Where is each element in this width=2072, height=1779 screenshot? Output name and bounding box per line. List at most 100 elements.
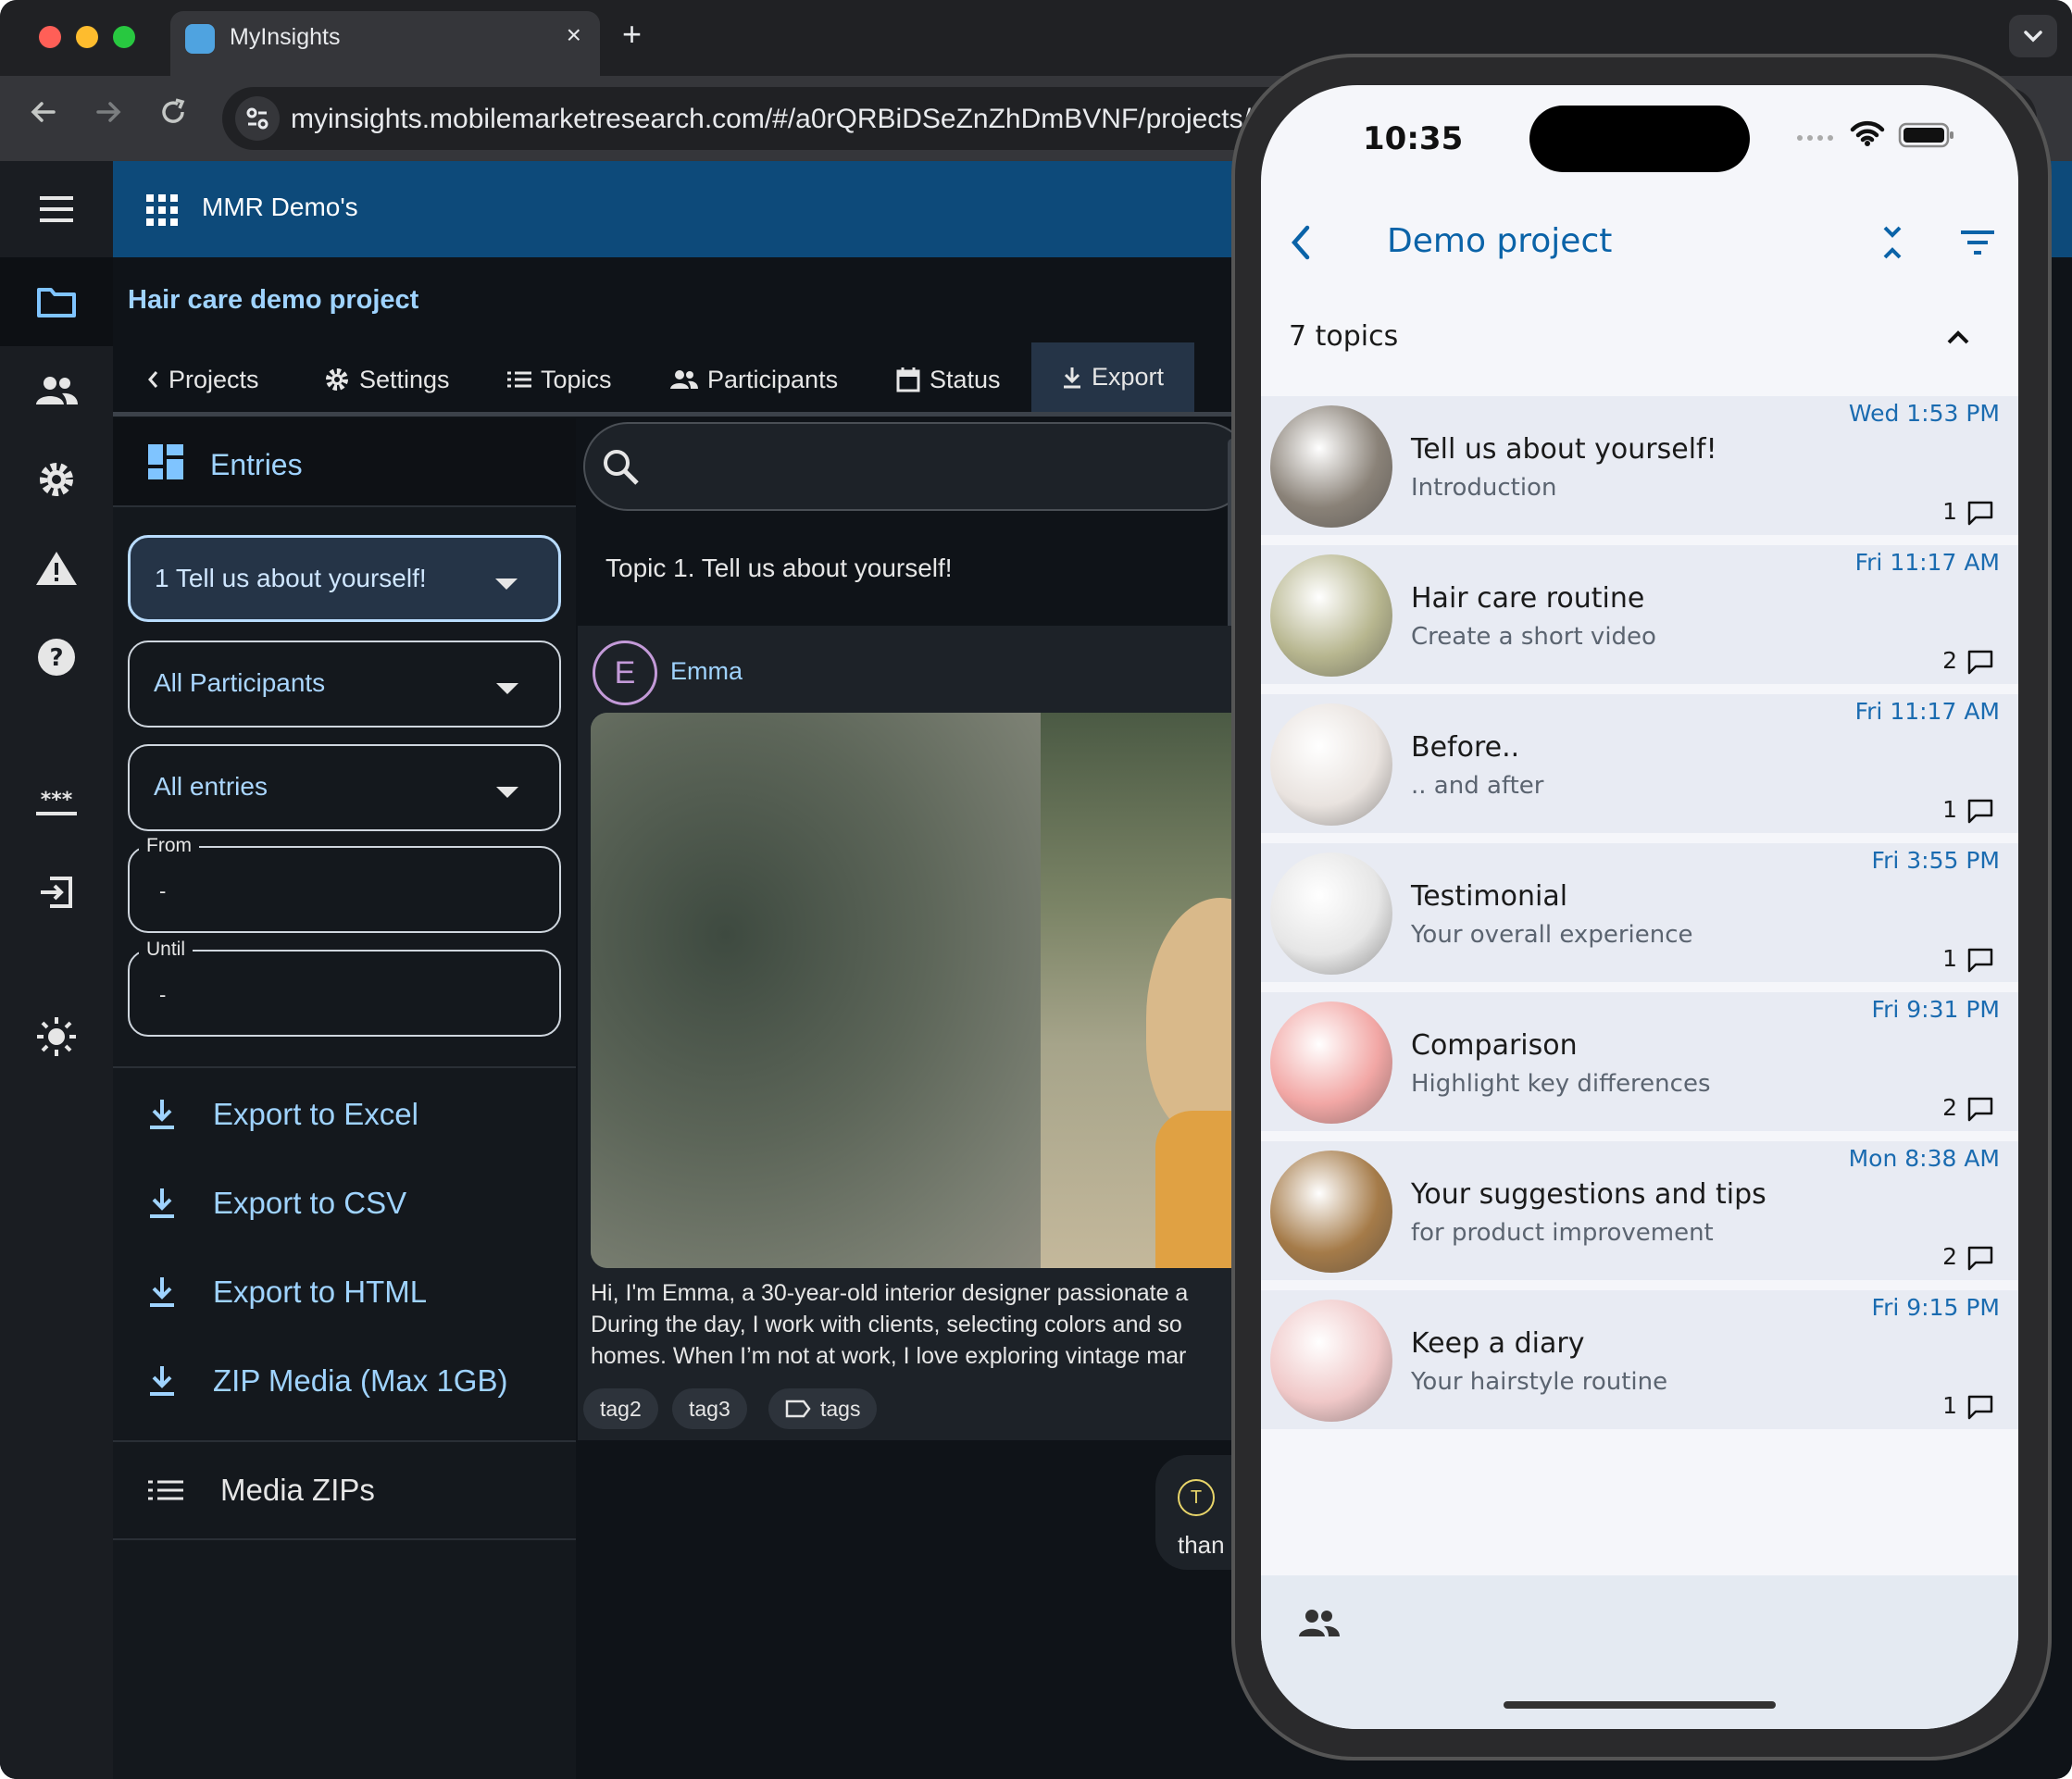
tab-projects[interactable]: Projects: [146, 342, 259, 417]
organization-name[interactable]: MMR Demo's: [202, 193, 358, 222]
export-item-label: Export to Excel: [213, 1097, 418, 1131]
topic-thumbnail: [1270, 1001, 1392, 1124]
edit-tags-chip[interactable]: tags: [768, 1388, 878, 1429]
download-icon: [150, 1188, 174, 1218]
topic-subtitle: Your overall experience: [1411, 921, 1693, 949]
left-nav-rail: ? ***: [0, 161, 113, 1779]
topic-row[interactable]: Before.. .. and after Fri 11:17 AM 1: [1261, 694, 2018, 833]
warning-icon: [36, 552, 77, 585]
avatar: T: [1178, 1479, 1215, 1516]
tab-participants[interactable]: Participants: [670, 342, 838, 417]
entry-media[interactable]: [591, 713, 1257, 1268]
browser-tab[interactable]: MyInsights ×: [170, 11, 600, 76]
tag-chip[interactable]: tag2: [583, 1388, 658, 1429]
topic-row[interactable]: Tell us about yourself! Introduction Wed 1…: [1261, 396, 2018, 535]
back-button[interactable]: [1289, 224, 1313, 261]
topic-subtitle: Introduction: [1411, 474, 1557, 502]
topic-title: Tell us about yourself!: [1411, 433, 1717, 466]
tab-status[interactable]: Status: [896, 342, 1001, 417]
topic-date: Fri 11:17 AM: [1854, 549, 2000, 576]
topic-row[interactable]: Testimonial Your overall experience Fri 3:…: [1261, 843, 2018, 982]
tag-chip[interactable]: tag3: [672, 1388, 747, 1429]
tag-label: tag2: [600, 1396, 642, 1421]
collapse-all-button[interactable]: [1879, 224, 1905, 261]
divider: [113, 1440, 576, 1442]
tab-close-icon[interactable]: ×: [567, 20, 581, 50]
tag-label: tag3: [689, 1396, 730, 1421]
comment-icon: [1967, 948, 1993, 973]
tab-label: Status: [930, 365, 1001, 393]
export-panel: Entries 1 Tell us about yourself! All Pa…: [113, 418, 576, 1779]
hamburger-menu-icon: [40, 196, 73, 222]
rail-help[interactable]: ?: [0, 613, 113, 702]
reload-button[interactable]: [157, 96, 189, 128]
rail-logout[interactable]: [0, 848, 113, 937]
search-input[interactable]: [583, 422, 1250, 511]
zip-media-button[interactable]: ZIP Media (Max 1GB): [148, 1353, 507, 1409]
filter-button[interactable]: [1959, 230, 1996, 255]
video-blurred-background: [591, 713, 1041, 1268]
export-to-html-button[interactable]: Export to HTML: [148, 1264, 427, 1320]
export-to-csv-button[interactable]: Export to CSV: [148, 1176, 406, 1231]
people-icon: [670, 370, 698, 389]
comment-icon: [1967, 1395, 1993, 1420]
entry-count: 1: [1942, 498, 1957, 525]
from-value: -: [159, 879, 167, 902]
until-value: -: [159, 983, 167, 1006]
dropdown-caret-icon: [496, 787, 518, 798]
browser-window: MyInsights × + myinsights.mobilemarketre…: [0, 0, 2072, 1779]
tab-export[interactable]: Export: [1031, 342, 1194, 417]
apps-grid-icon[interactable]: [146, 194, 178, 226]
participants-button[interactable]: [1298, 1609, 1341, 1638]
rail-settings[interactable]: [0, 435, 113, 524]
avatar: E: [593, 641, 657, 705]
tab-search-button[interactable]: [2009, 15, 2057, 57]
topic-thumbnail: [1270, 852, 1392, 975]
topic-date: Fri 9:31 PM: [1871, 996, 2000, 1023]
topic-row[interactable]: Comparison Highlight key differences Fri 9…: [1261, 992, 2018, 1131]
topic-title: Keep a diary: [1411, 1327, 1585, 1360]
participant-name[interactable]: Emma: [670, 657, 743, 686]
maximize-window-button[interactable]: [113, 26, 135, 48]
url-text: myinsights.mobilemarketresearch.com/#/a0…: [291, 104, 1267, 134]
until-date-field[interactable]: Until -: [128, 939, 561, 1037]
battery-icon: [1898, 122, 1955, 148]
comment-icon: [1967, 1246, 1993, 1271]
collapse-topics-button[interactable]: [1944, 328, 1972, 346]
entries-select[interactable]: All entries: [128, 744, 561, 831]
from-date-field[interactable]: From -: [128, 835, 561, 933]
menu-button[interactable]: [0, 161, 113, 257]
rail-participants[interactable]: [0, 346, 113, 435]
rail-projects[interactable]: [0, 257, 113, 346]
forward-button[interactable]: [93, 96, 124, 128]
participant-select[interactable]: All Participants: [128, 641, 561, 728]
comment-icon: [1967, 501, 1993, 526]
download-icon: [150, 1366, 174, 1396]
topic-row[interactable]: Your suggestions and tips for product imp…: [1261, 1141, 2018, 1280]
export-to-excel-button[interactable]: Export to Excel: [148, 1087, 418, 1142]
topic-date: Mon 8:38 AM: [1848, 1145, 2000, 1172]
rail-password[interactable]: ***: [0, 759, 113, 848]
site-settings-icon[interactable]: [235, 96, 280, 141]
topic-select[interactable]: 1 Tell us about yourself!: [128, 535, 561, 622]
topic-row[interactable]: Hair care routine Create a short video Fri…: [1261, 545, 2018, 684]
tab-settings[interactable]: Settings: [324, 342, 450, 417]
minimize-window-button[interactable]: [76, 26, 98, 48]
topic-thumbnail: [1270, 1151, 1392, 1273]
unfold-less-icon: [1883, 226, 1902, 259]
rail-theme[interactable]: [0, 992, 113, 1081]
download-icon: [1063, 367, 1080, 388]
rail-alerts[interactable]: [0, 524, 113, 613]
divider: [113, 1066, 576, 1068]
tab-topics[interactable]: Topics: [507, 342, 612, 417]
label-icon: [785, 1400, 811, 1418]
topic-date: Fri 9:15 PM: [1871, 1294, 2000, 1321]
close-window-button[interactable]: [39, 26, 61, 48]
topic-row[interactable]: Keep a diary Your hairstyle routine Fri 9:…: [1261, 1290, 2018, 1429]
entry-text: Hi, I'm Emma, a 30-year-old interior des…: [591, 1277, 1250, 1372]
next-entry-text: than: [1178, 1531, 1225, 1559]
wifi-icon: [1850, 120, 1885, 146]
media-zips-button[interactable]: Media ZIPs: [148, 1462, 375, 1518]
back-button[interactable]: [28, 96, 59, 128]
new-tab-button[interactable]: +: [622, 15, 642, 54]
